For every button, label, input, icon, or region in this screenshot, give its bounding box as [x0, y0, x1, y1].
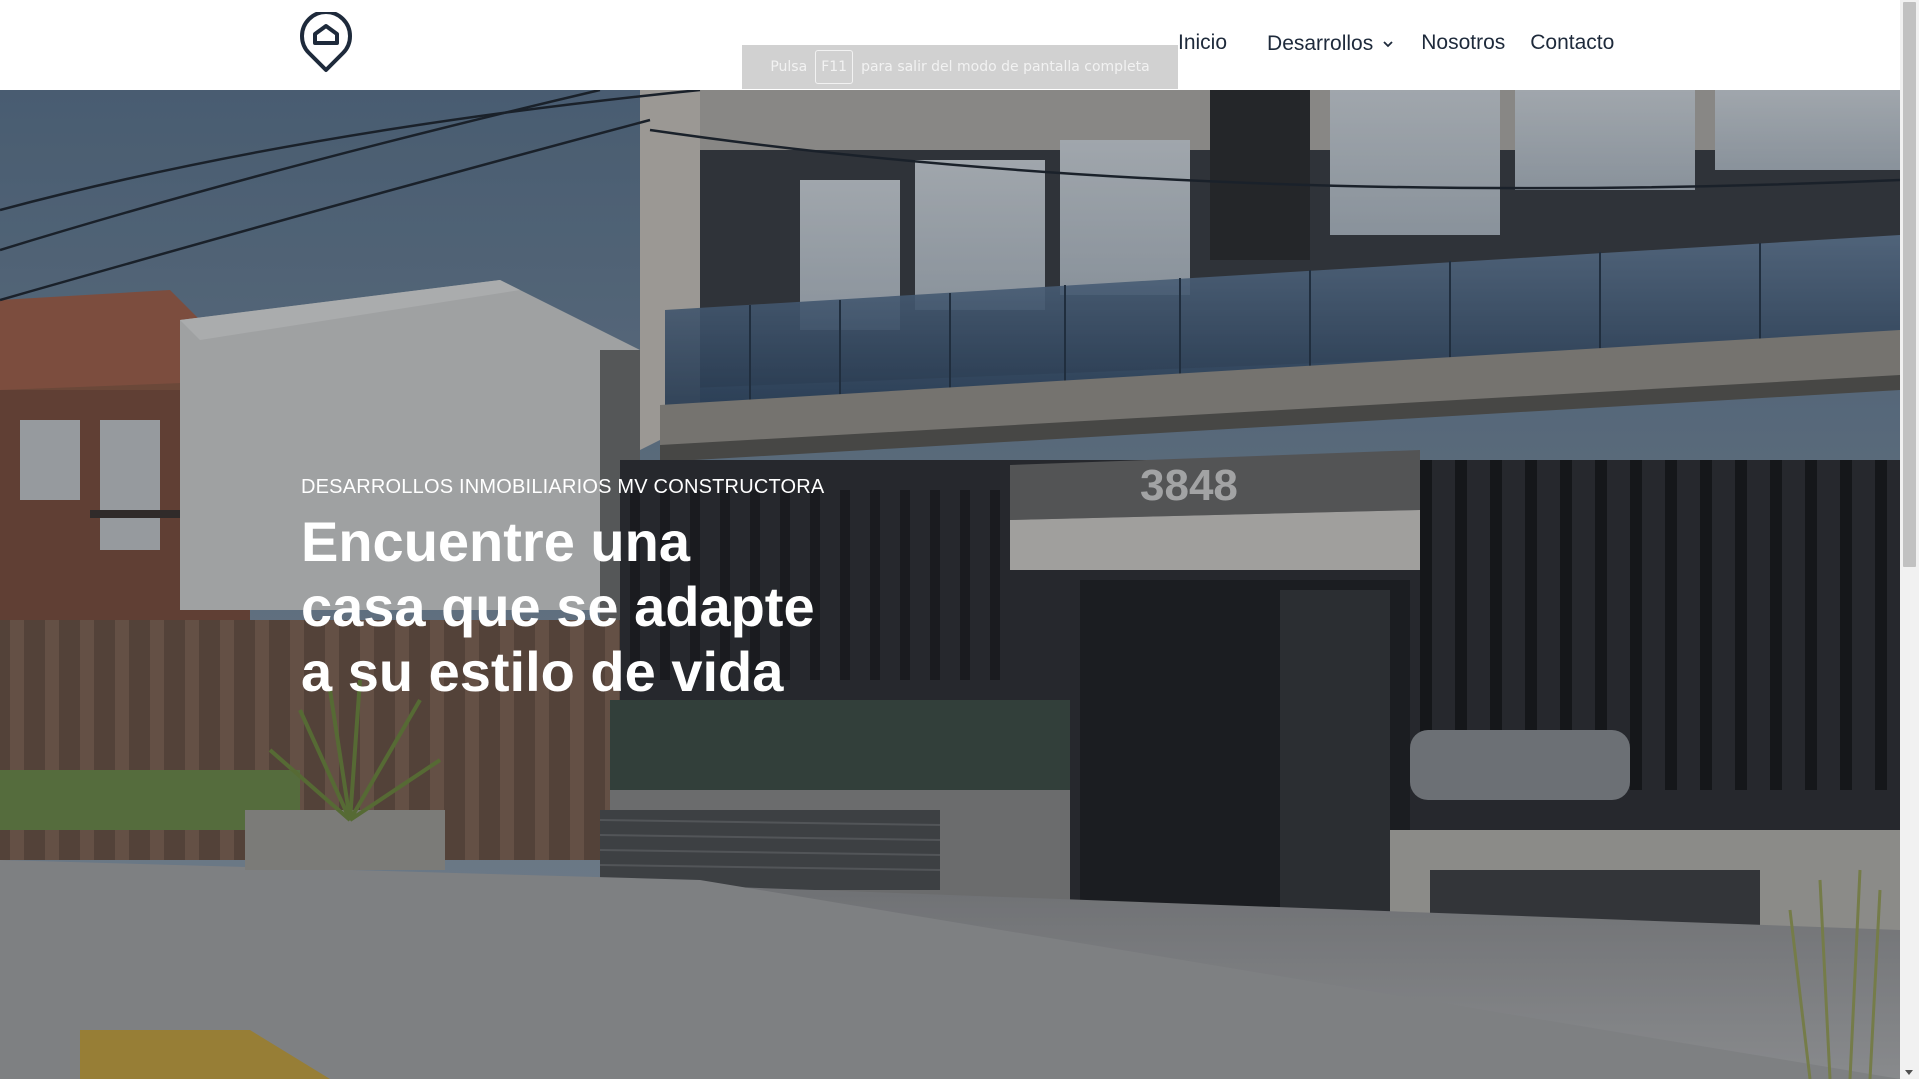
nav-link-label: Contacto — [1530, 31, 1615, 54]
hero-title-line: a su estilo de vida — [301, 640, 784, 703]
notice-message: para salir del modo de pantalla completa — [861, 59, 1150, 75]
nav-link-contacto[interactable]: Contacto — [1530, 31, 1614, 55]
fullscreen-exit-notice: Pulsa F11 para salir del modo de pantall… — [742, 45, 1178, 89]
hero-title: Encuentre una casa que se adapte a su es… — [301, 509, 861, 704]
main-nav: Inicio Desarrollos Nosotros Contacto — [1178, 30, 1614, 56]
nav-link-label: Nosotros — [1421, 31, 1506, 54]
chevron-down-icon — [1383, 41, 1393, 48]
notice-prefix: Pulsa — [770, 59, 808, 75]
nav-link-inicio[interactable]: Inicio — [1178, 31, 1227, 55]
nav-link-label: Inicio — [1178, 31, 1228, 54]
hero-title-line: casa que se adapte — [301, 575, 815, 638]
nav-link-desarrollos[interactable]: Desarrollos — [1267, 32, 1395, 56]
hero-text-block: DESARROLLOS INMOBILIARIOS MV CONSTRUCTOR… — [301, 476, 861, 704]
hero-section: 3848 DESARROLLOS INMOBILIARIOS MV CONSTR… — [0, 90, 1900, 1079]
page-scrollbar[interactable] — [1900, 0, 1919, 1079]
hero-eyebrow: DESARROLLOS INMOBILIARIOS MV CONSTRUCTOR… — [301, 476, 825, 498]
scrollbar-thumb[interactable] — [1903, 2, 1916, 567]
scroll-down-arrow-icon[interactable] — [1905, 1070, 1913, 1075]
f11-key-badge: F11 — [815, 50, 854, 84]
house-location-pin-icon[interactable] — [300, 12, 352, 74]
hero-title-line: Encuentre una — [301, 510, 690, 573]
nav-link-nosotros[interactable]: Nosotros — [1421, 31, 1505, 55]
hero-overlay — [0, 90, 1900, 1079]
nav-link-label: Desarrollos — [1267, 32, 1374, 55]
page: Inicio Desarrollos Nosotros Contacto Pul… — [0, 0, 1919, 1079]
